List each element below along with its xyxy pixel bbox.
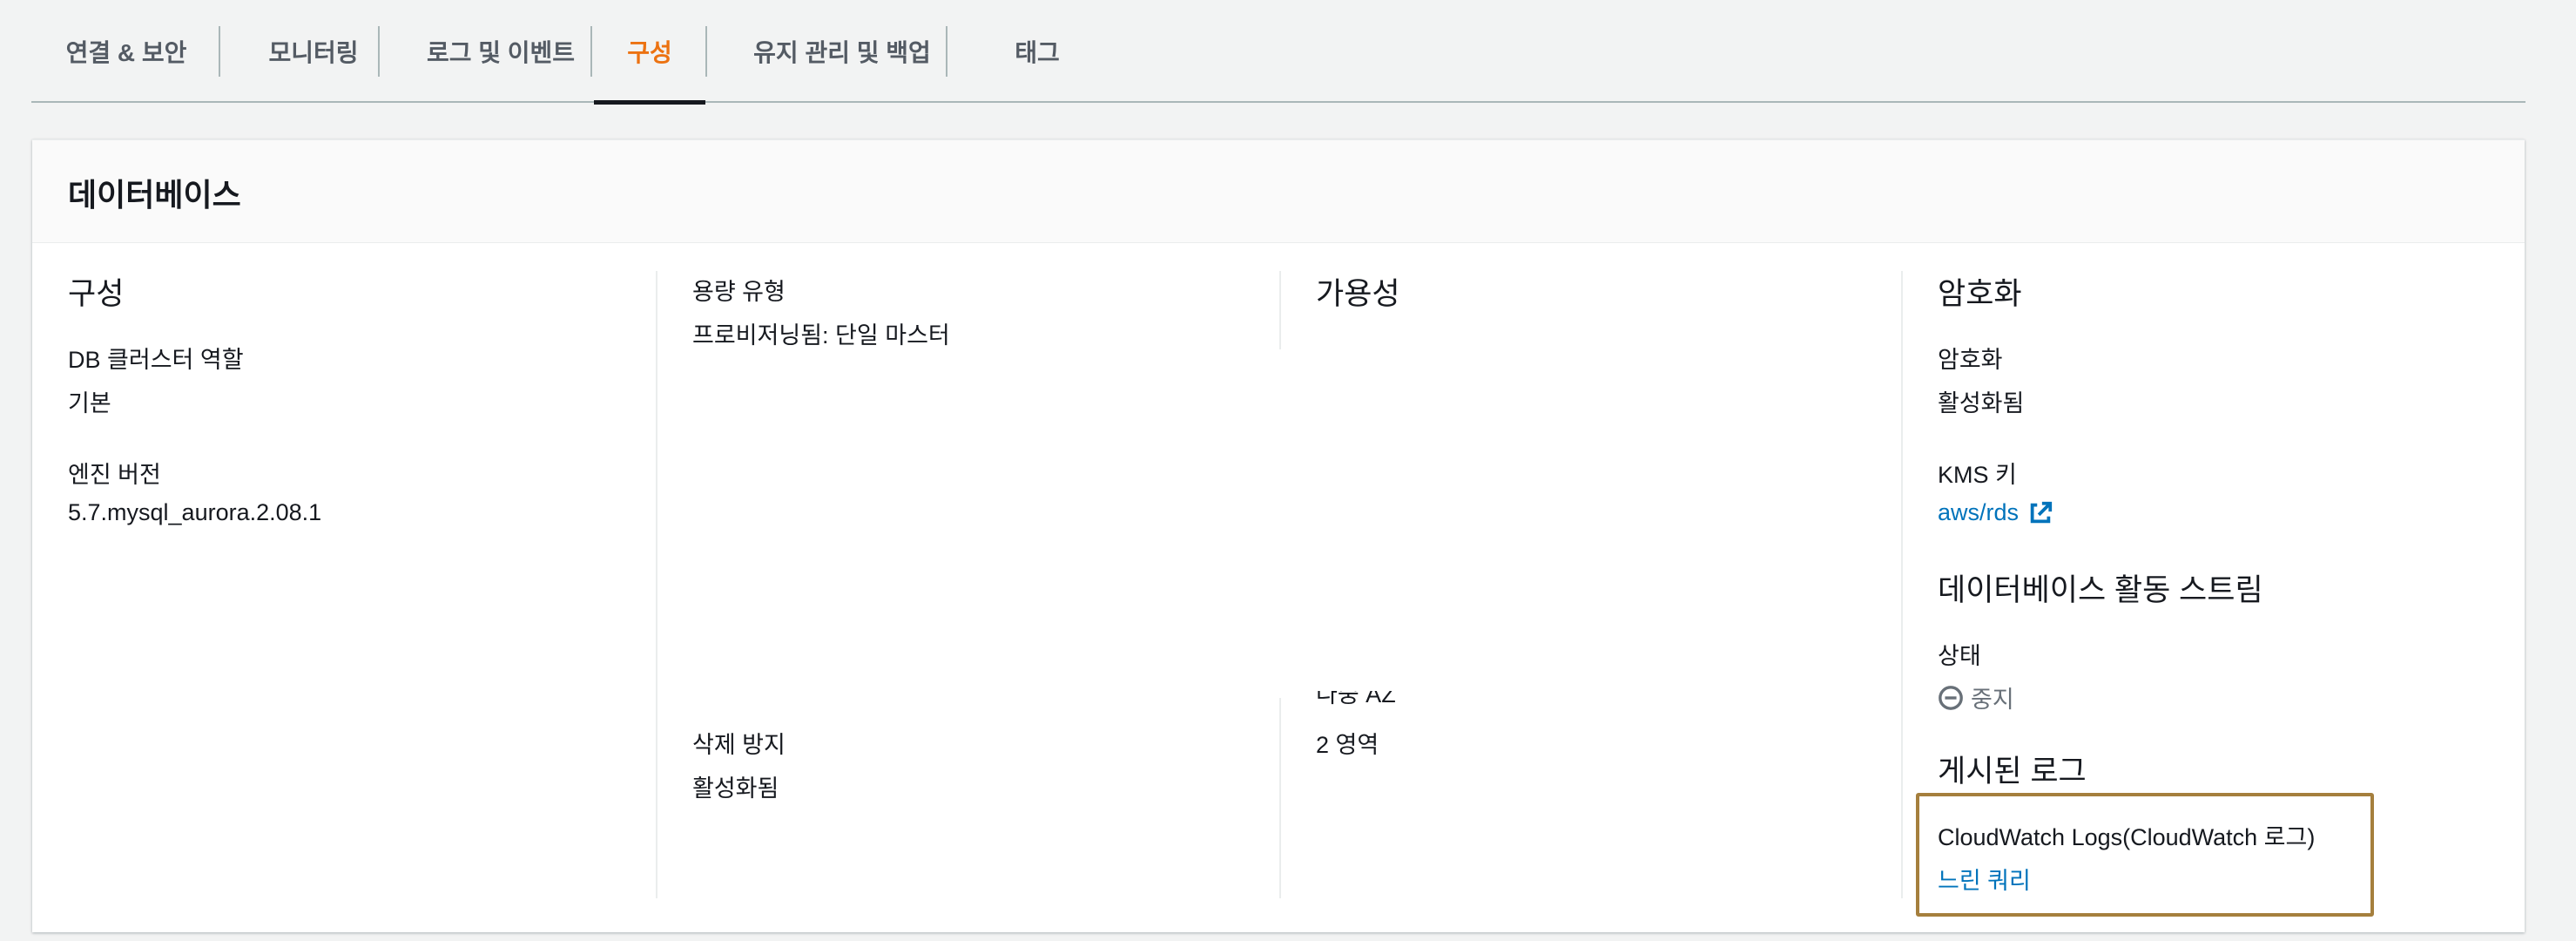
availability-heading: 가용성 — [1316, 277, 1400, 311]
encryption-value: 활성화됨 — [1938, 390, 2025, 416]
panel-header: 데이터베이스 — [32, 140, 2525, 243]
column-divider — [1901, 271, 1903, 898]
external-link-icon — [2027, 500, 2053, 526]
tab-configuration[interactable]: 구성 — [594, 0, 705, 105]
capacity-type-label: 용량 유형 — [692, 279, 786, 305]
tab-divider — [590, 26, 592, 77]
db-cluster-role-label: DB 클러스터 역할 — [68, 347, 244, 373]
multi-az-label-clip: 다중 AZ — [1316, 691, 1577, 707]
tab-maintenance-backups[interactable]: 유지 관리 및 백업 — [707, 0, 977, 103]
stream-status-value: 중지 — [1971, 687, 2014, 713]
kms-key-link[interactable]: aws/rds — [1938, 499, 2053, 526]
tab-bar: 연결 & 보안 모니터링 로그 및 이벤트 구성 유지 관리 및 백업 태그 — [31, 0, 2525, 105]
tab-logs-events[interactable]: 로그 및 이벤트 — [380, 0, 622, 103]
published-logs-heading: 게시된 로그 — [1938, 755, 2087, 789]
db-cluster-role-value: 기본 — [68, 390, 111, 416]
activity-stream-heading: 데이터베이스 활동 스트림 — [1938, 573, 2263, 607]
encryption-heading: 암호화 — [1938, 277, 2022, 311]
highlight-box — [1916, 793, 2374, 917]
column-divider — [1279, 698, 1281, 898]
kms-key-value: aws/rds — [1938, 499, 2020, 525]
stream-status: 중지 — [1938, 680, 2014, 714]
configuration-heading: 구성 — [68, 277, 125, 311]
tab-connectivity-security[interactable]: 연결 & 보안 — [31, 0, 221, 103]
encryption-label: 암호화 — [1938, 347, 2003, 373]
panel-title: 데이터베이스 — [68, 177, 241, 213]
engine-version-label: 엔진 버전 — [68, 462, 161, 488]
engine-version-value: 5.7.mysql_aurora.2.08.1 — [68, 499, 322, 525]
deletion-protection-label: 삭제 방지 — [692, 732, 786, 758]
kms-key-label: KMS 키 — [1938, 462, 2017, 488]
column-divider — [1279, 271, 1281, 349]
stopped-icon — [1938, 685, 1964, 711]
capacity-type-value: 프로비저닝됨: 단일 마스터 — [692, 322, 950, 349]
tab-tags[interactable]: 태그 — [947, 0, 1127, 103]
deletion-protection-value: 활성화됨 — [692, 775, 779, 802]
column-divider — [656, 271, 657, 898]
stream-status-label: 상태 — [1938, 643, 1981, 669]
multi-az-value: 2 영역 — [1316, 732, 1379, 758]
multi-az-label: 다중 AZ — [1316, 691, 1396, 707]
